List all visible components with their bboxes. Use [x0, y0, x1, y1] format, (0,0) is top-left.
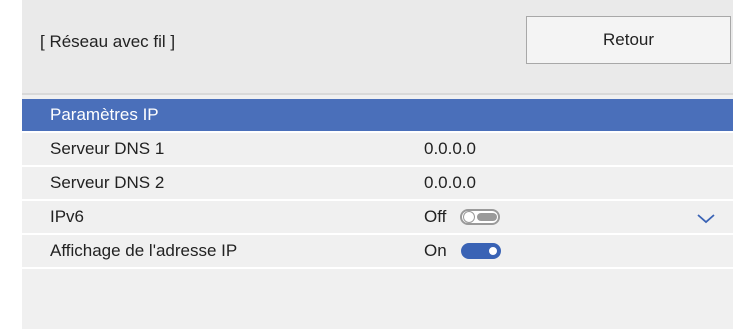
menu-item-dns-server-2[interactable]: Serveur DNS 2 0.0.0.0	[22, 167, 733, 201]
back-button[interactable]: Retour	[526, 16, 731, 64]
ipv6-value: Off	[424, 207, 501, 227]
ip-display-state-text: On	[424, 241, 447, 260]
page-title: [ Réseau avec fil ]	[40, 32, 176, 51]
menu-item-ip-address-display[interactable]: Affichage de l'adresse IP On	[22, 235, 733, 269]
toggle-knob	[463, 211, 476, 223]
ipv6-toggle[interactable]	[460, 209, 501, 225]
dns-server-2-value: 0.0.0.0	[424, 173, 476, 193]
menu-header: [ Réseau avec fil ] Retour	[22, 0, 733, 95]
menu-item-label: Affichage de l'adresse IP	[50, 241, 238, 260]
ip-display-value: On	[424, 241, 501, 261]
ip-display-toggle[interactable]	[460, 243, 501, 259]
menu-item-ip-settings[interactable]: Paramètres IP	[22, 99, 733, 133]
toggle-knob	[486, 245, 499, 257]
menu-item-ipv6[interactable]: IPv6 Off	[22, 201, 733, 235]
dns-server-1-text: 0.0.0.0	[424, 139, 476, 158]
menu-item-dns-server-1[interactable]: Serveur DNS 1 0.0.0.0	[22, 133, 733, 167]
chevron-down-icon[interactable]	[696, 208, 716, 228]
ipv6-state-text: Off	[424, 207, 447, 226]
menu-item-label: IPv6	[50, 207, 85, 226]
dns-server-1-value: 0.0.0.0	[424, 139, 476, 159]
dns-server-2-text: 0.0.0.0	[424, 173, 476, 192]
menu-item-label: Paramètres IP	[50, 105, 159, 124]
menu-item-label: Serveur DNS 2	[50, 173, 165, 192]
menu-item-label: Serveur DNS 1	[50, 139, 165, 158]
settings-list: Paramètres IP Serveur DNS 1 0.0.0.0 Serv…	[22, 99, 733, 269]
settings-panel: [ Réseau avec fil ] Retour Paramètres IP…	[22, 0, 733, 329]
